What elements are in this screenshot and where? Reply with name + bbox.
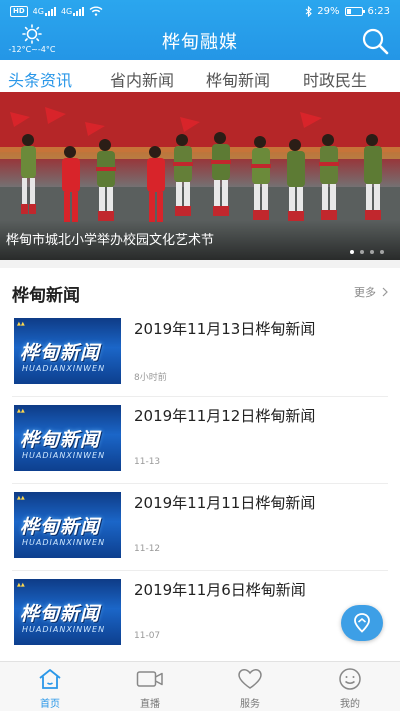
smiley-icon xyxy=(339,668,361,690)
nav-home[interactable]: 首页 xyxy=(10,662,90,711)
more-link[interactable]: 更多 xyxy=(354,284,388,300)
news-item[interactable]: ▲▲ 桦甸新闻 HUADIANXINWEN 2019年11月13日桦甸新闻 8小… xyxy=(0,310,400,397)
news-time: 8小时前 xyxy=(134,373,167,383)
signal-icon: 4G xyxy=(32,6,56,16)
news-item[interactable]: ▲▲ 桦甸新闻 HUADIANXINWEN 2019年11月12日桦甸新闻 11… xyxy=(0,397,400,484)
title-bar: -12°C~-4°C 桦甸融媒 xyxy=(0,22,400,60)
thumbnail-logo-text: 桦甸新闻 xyxy=(20,429,101,451)
battery-icon xyxy=(344,6,365,16)
location-pin-icon xyxy=(354,613,370,633)
category-tabs: 头条资讯 省内新闻 桦甸新闻 时政民生 xyxy=(0,62,400,92)
carousel-indicator xyxy=(350,250,384,254)
section-header: 桦甸新闻 更多 xyxy=(0,260,400,310)
tab-politics-livelihood[interactable]: 时政民生 xyxy=(303,67,367,91)
heart-icon xyxy=(238,669,262,689)
hd-tag: HD xyxy=(10,5,28,17)
home-icon xyxy=(39,669,61,689)
tab-provincial-news[interactable]: 省内新闻 xyxy=(110,67,174,91)
carousel-dot[interactable] xyxy=(370,250,374,254)
app-title: 桦甸融媒 xyxy=(162,32,238,53)
news-title: 2019年11月11日桦甸新闻 xyxy=(134,494,316,512)
thumbnail-pinyin: HUADIANXINWEN xyxy=(22,364,106,373)
thumbnail-logo-text: 桦甸新闻 xyxy=(20,342,101,364)
carousel-dot[interactable] xyxy=(350,250,354,254)
news-item[interactable]: ▲▲ 桦甸新闻 HUADIANXINWEN 2019年11月11日桦甸新闻 11… xyxy=(0,484,400,571)
nav-profile[interactable]: 我的 xyxy=(310,662,390,711)
search-icon[interactable] xyxy=(360,26,390,56)
tab-huadian-news[interactable]: 桦甸新闻 xyxy=(206,67,270,91)
signal-label-2: 4G xyxy=(60,6,73,16)
news-thumbnail: ▲▲ 桦甸新闻 HUADIANXINWEN xyxy=(14,492,121,558)
news-thumbnail: ▲▲ 桦甸新闻 HUADIANXINWEN xyxy=(14,405,121,471)
thumbnail-pinyin: HUADIANXINWEN xyxy=(22,451,106,460)
section-title: 桦甸新闻 xyxy=(12,286,80,306)
news-title: 2019年11月12日桦甸新闻 xyxy=(134,407,316,425)
carousel-dot[interactable] xyxy=(360,250,364,254)
signal-icon-2: 4G xyxy=(60,6,85,16)
bluetooth-icon xyxy=(305,5,313,17)
thumbnail-logo-text: 桦甸新闻 xyxy=(20,516,101,538)
nav-service-label: 服务 xyxy=(240,699,260,710)
status-bar: HD 4G 4G 29% 6:23 xyxy=(0,0,400,22)
news-thumbnail: ▲▲ 桦甸新闻 HUADIANXINWEN xyxy=(14,318,121,384)
nav-service[interactable]: 服务 xyxy=(210,662,290,711)
wifi-icon xyxy=(89,6,103,16)
channel-logo-icon: ▲▲ xyxy=(17,408,25,414)
app-header: HD 4G 4G 29% 6:23 -12°C~-4°C 桦甸融媒 xyxy=(0,0,400,60)
sun-icon xyxy=(22,24,42,44)
news-title: 2019年11月6日桦甸新闻 xyxy=(134,581,306,599)
nav-home-label: 首页 xyxy=(40,699,60,710)
video-camera-icon xyxy=(136,671,163,687)
chevron-right-icon xyxy=(382,287,388,297)
channel-logo-icon: ▲▲ xyxy=(17,582,25,588)
banner-caption[interactable]: 桦甸市城北小学举办校园文化艺术节 xyxy=(6,229,214,248)
news-title: 2019年11月13日桦甸新闻 xyxy=(134,320,316,338)
thumbnail-pinyin: HUADIANXINWEN xyxy=(22,538,106,547)
nav-profile-label: 我的 xyxy=(340,699,360,710)
channel-logo-icon: ▲▲ xyxy=(17,321,25,327)
news-thumbnail: ▲▲ 桦甸新闻 HUADIANXINWEN xyxy=(14,579,121,645)
weather-temperature: -12°C~-4°C xyxy=(8,45,56,54)
more-label: 更多 xyxy=(354,286,376,299)
banner-carousel[interactable]: 桦甸市城北小学举办校园文化艺术节 xyxy=(0,92,400,260)
nav-live-label: 直播 xyxy=(140,699,160,710)
weather-widget[interactable]: -12°C~-4°C xyxy=(4,24,60,54)
news-time: 11-07 xyxy=(134,631,161,641)
nav-live[interactable]: 直播 xyxy=(110,662,190,711)
bottom-navigation: 首页 直播 服务 我的 xyxy=(0,661,400,711)
carousel-dot[interactable] xyxy=(380,250,384,254)
news-time: 11-13 xyxy=(134,457,161,467)
thumbnail-pinyin: HUADIANXINWEN xyxy=(22,625,106,634)
signal-label-1: 4G xyxy=(32,6,44,16)
thumbnail-logo-text: 桦甸新闻 xyxy=(20,603,101,625)
news-time: 11-12 xyxy=(134,544,161,554)
clock: 6:23 xyxy=(367,5,390,17)
location-fab[interactable] xyxy=(341,605,383,641)
channel-logo-icon: ▲▲ xyxy=(17,495,25,501)
tab-headlines[interactable]: 头条资讯 xyxy=(8,67,72,91)
battery-percent: 29% xyxy=(317,5,340,17)
news-item[interactable]: ▲▲ 桦甸新闻 HUADIANXINWEN 2019年11月6日桦甸新闻 11-… xyxy=(0,571,400,658)
